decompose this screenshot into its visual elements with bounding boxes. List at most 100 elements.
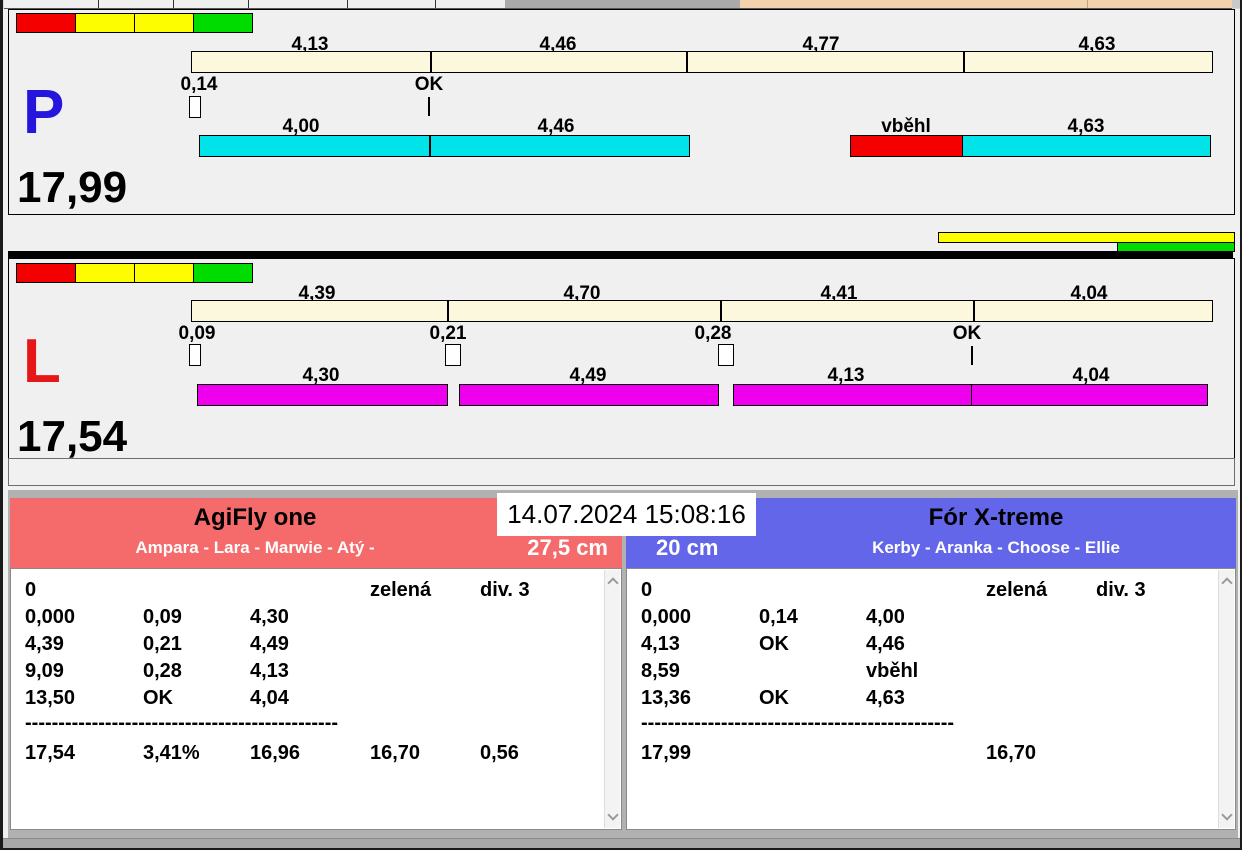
table-cell: OK — [759, 687, 789, 709]
table-summary-row: 17,99 16,70 — [641, 740, 1235, 767]
split-divider — [447, 301, 449, 321]
run-bar-magenta — [971, 384, 1208, 406]
table-cell — [480, 631, 621, 658]
table-cell: zelená — [370, 579, 432, 601]
team-panel-right: Fór X-treme Kerby - Aranka - Choose - El… — [626, 498, 1236, 830]
table-cell — [1096, 685, 1235, 712]
scrollbar-up-arrow[interactable] — [607, 577, 619, 589]
table-cell — [370, 604, 480, 631]
lane-p-panel: 4,13 4,46 4,77 4,63 0,14 OK 4,00 4,46 vb… — [8, 9, 1235, 215]
table-cell: 4,13 — [250, 660, 289, 682]
table-cell — [986, 604, 1096, 631]
traffic-segment-green — [193, 263, 253, 283]
ok-tick-mark — [428, 97, 430, 116]
scrollbar[interactable] — [604, 570, 620, 828]
table-cell: 0,28 — [143, 660, 182, 682]
split-divider — [973, 301, 975, 321]
jump-height-badge: 27,5 cm — [527, 535, 608, 560]
table-cell — [143, 577, 250, 604]
run-time-label: vběhl — [881, 116, 931, 137]
fault-time-label: 0,28 — [694, 323, 732, 344]
teams-section: AgiFly one Ampara - Lara - Marwie - Atý … — [8, 490, 1238, 838]
toolbar-tick — [1087, 0, 1088, 8]
table-cell: 16,96 — [250, 742, 301, 764]
traffic-segment-yellow — [134, 263, 194, 283]
table-cell: 13,50 — [25, 687, 76, 709]
toolbar-tick — [98, 0, 99, 8]
results-area[interactable]: 0 zelená div. 3 0,000 0,09 4,30 4,39 0,21 4,49… — [10, 568, 622, 830]
table-cell: 4,00 — [866, 606, 905, 628]
table-cell: 4,49 — [250, 633, 289, 655]
split-scale-bar — [191, 300, 1213, 322]
run-time-label: 4,13 — [827, 365, 865, 386]
team-members: Ampara - Lara - Marwie - Atý - — [135, 538, 375, 557]
scrollbar-up-arrow[interactable] — [1221, 577, 1233, 589]
split-divider — [686, 52, 688, 72]
traffic-segment-yellow — [134, 13, 194, 33]
toolbar-fragment-light — [4, 0, 505, 9]
run-time-label: 4,46 — [537, 116, 575, 137]
table-row: 0,000 0,14 4,00 — [641, 604, 1235, 631]
fault-time-label: 0,09 — [178, 323, 216, 344]
table-cell — [1096, 631, 1235, 658]
table-cell: 17,54 — [25, 742, 76, 764]
table-cell: 0,14 — [759, 606, 798, 628]
table-cell: 3,41% — [143, 742, 200, 764]
table-row: 9,09 0,28 4,13 — [25, 658, 621, 685]
table-cell — [759, 740, 866, 767]
table-cell — [866, 740, 986, 767]
table-row: 0 zelená div. 3 — [25, 577, 621, 604]
team-name: AgiFly one — [193, 504, 317, 531]
run-bar-magenta — [733, 384, 974, 406]
team-members: Kerby - Aranka - Choose - Ellie — [872, 538, 1120, 557]
table-cell — [370, 658, 480, 685]
jump-height-badge: 20 cm — [656, 535, 719, 560]
table-cell — [866, 577, 986, 604]
run-time-label: 4,04 — [1072, 365, 1110, 386]
empty-status-strip — [8, 458, 1235, 486]
table-row: 13,50 OK 4,04 — [25, 685, 621, 712]
fault-marker-box — [445, 344, 461, 366]
lane-l-panel: 4,39 4,70 4,41 4,04 0,09 0,21 0,28 OK 4,… — [8, 258, 1235, 461]
datetime-box: 14.07.2024 15:08:16 — [497, 493, 756, 536]
scoreboard-window: 4,13 4,46 4,77 4,63 0,14 OK 4,00 4,46 vb… — [0, 0, 1242, 850]
scrollbar[interactable] — [1218, 570, 1234, 828]
table-cell: OK — [143, 687, 173, 709]
table-cell — [480, 685, 621, 712]
table-row: 13,36 OK 4,63 — [641, 685, 1235, 712]
fault-marker-box — [189, 96, 201, 118]
table-cell: 0,000 — [641, 606, 692, 628]
scrollbar-down-arrow[interactable] — [1221, 809, 1233, 821]
run-bar-fault — [850, 135, 964, 157]
fault-time-label: OK — [414, 74, 444, 95]
run-bar-cyan — [962, 135, 1211, 157]
table-cell — [370, 631, 480, 658]
table-cell — [986, 631, 1096, 658]
split-divider — [430, 52, 432, 72]
table-cell: 4,13 — [641, 633, 680, 655]
table-cell: 4,39 — [25, 633, 64, 655]
table-cell — [370, 685, 480, 712]
traffic-segment-red — [16, 263, 76, 283]
run-bar-magenta — [459, 384, 719, 406]
split-divider — [963, 52, 965, 72]
traffic-segment-yellow — [75, 13, 135, 33]
table-row: 4,39 0,21 4,49 — [25, 631, 621, 658]
table-summary-row: 17,54 3,41% 16,96 16,70 0,56 — [25, 740, 621, 767]
table-cell: 0,000 — [25, 606, 76, 628]
table-cell — [480, 658, 621, 685]
table-cell — [480, 604, 621, 631]
table-cell — [986, 658, 1096, 685]
table-cell: 4,30 — [250, 606, 289, 628]
window-border-left — [0, 0, 3, 850]
fault-time-label: 0,14 — [180, 74, 218, 95]
results-area[interactable]: 0 zelená div. 3 0,000 0,14 4,00 4,13 OK 4,46 8… — [626, 568, 1236, 830]
traffic-light-strip — [16, 13, 253, 33]
table-cell — [250, 577, 370, 604]
lane-separator — [8, 251, 1233, 258]
table-cell: 17,99 — [641, 742, 692, 764]
fault-marker-box — [189, 344, 201, 366]
table-cell — [986, 685, 1096, 712]
table-cell: vběhl — [866, 660, 919, 682]
scrollbar-down-arrow[interactable] — [607, 809, 619, 821]
